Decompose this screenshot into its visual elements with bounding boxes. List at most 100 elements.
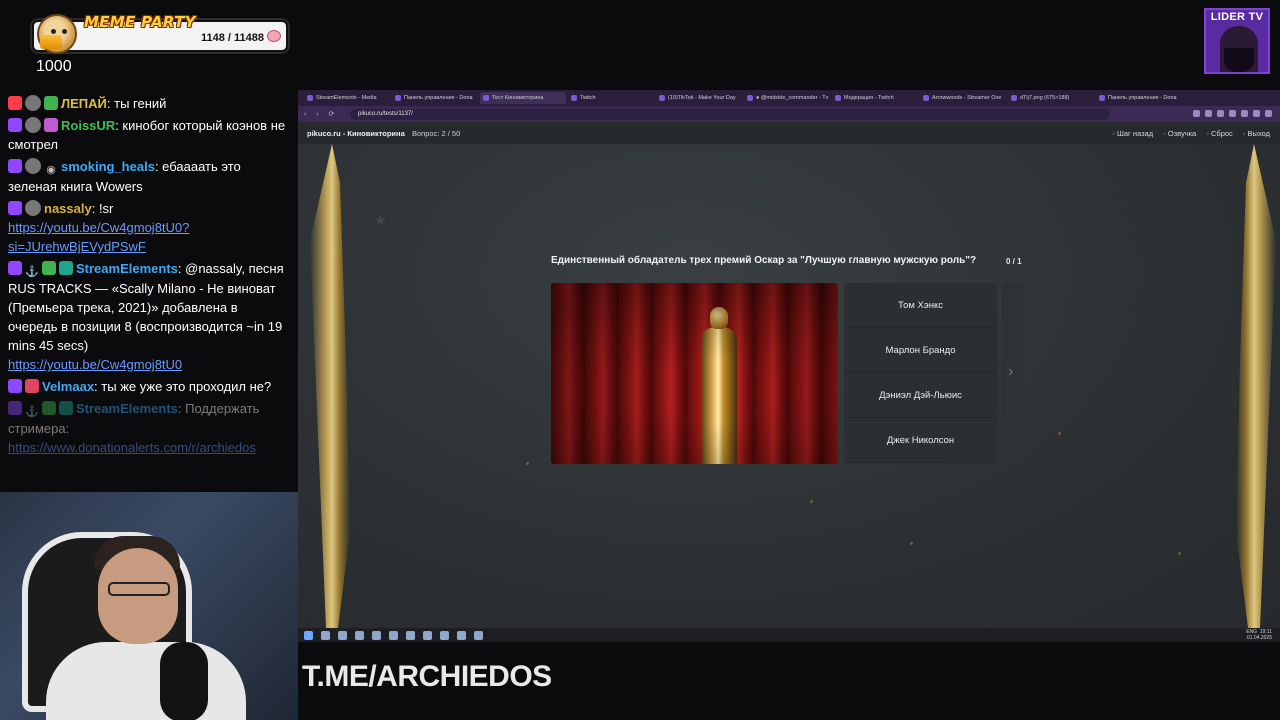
chat-link[interactable]: https://youtu.be/Cw4gmoj8tU0?si=JUrehwBj… — [8, 220, 189, 254]
app-icon[interactable] — [423, 630, 432, 640]
taskbar-clock[interactable]: ENG 19:11 01.04.2025 — [1246, 629, 1272, 641]
chat-separator: : — [91, 201, 99, 216]
extension-icon[interactable] — [1253, 110, 1260, 117]
chat-username[interactable]: StreamElements — [76, 261, 178, 276]
site-header: pikuco.ru - Киновикторина Вопрос: 2 / 50… — [298, 122, 1280, 144]
sparkle — [810, 500, 813, 503]
avatar-badge-icon — [25, 158, 41, 174]
meme-value: 1000 — [36, 58, 72, 75]
site-brand[interactable]: pikuco.ru - Киновикторина — [307, 129, 405, 138]
pig-icon — [267, 30, 281, 42]
chat-message: ⚓ StreamElements: @nassaly, песня RUS TRA… — [8, 259, 288, 374]
extension-icon[interactable] — [1193, 110, 1200, 117]
reset-button[interactable]: Сброс — [1206, 129, 1233, 138]
channel-logo: LIDER TV — [1204, 8, 1270, 74]
app-icon[interactable] — [355, 630, 364, 640]
telegram-overlay: T.ME/ARCHIEDOS — [302, 660, 552, 693]
star-icon: ★ — [374, 212, 387, 228]
browser-tab[interactable]: dTlj7.png (675×188) — [1008, 92, 1094, 104]
chat-text: ты же уже это проходил не? — [101, 379, 272, 394]
pink-badge-icon — [44, 118, 58, 132]
chat-username[interactable]: smoking_heals — [61, 159, 155, 174]
score-counter: 0 / 1 — [1006, 257, 1022, 266]
app-icon[interactable] — [474, 630, 483, 640]
quiz-page: pikuco.ru - Киновикторина Вопрос: 2 / 50… — [298, 122, 1280, 628]
app-icon[interactable] — [457, 630, 466, 640]
chat-username[interactable]: Velmaax — [42, 379, 94, 394]
microphone-icon — [160, 642, 208, 720]
extension-icon[interactable] — [1205, 110, 1212, 117]
chat-panel: ЛЕПАЙ: ты гений RoissUR: кинобог который … — [0, 90, 296, 492]
browser-tab[interactable]: Панель управления - Dona — [392, 92, 478, 104]
sparkle — [1058, 432, 1061, 435]
url-field[interactable]: pikuco.ru/tests/1137/ — [350, 108, 1110, 120]
chat-message: Velmaax: ты же уже это проходил не? — [8, 377, 288, 396]
chat-username[interactable]: StreamElements — [76, 401, 178, 416]
sparkle — [526, 462, 529, 465]
anchor-badge-icon: ⚓ — [25, 406, 39, 418]
green-badge-icon — [42, 261, 56, 275]
extension-icon[interactable] — [1229, 110, 1236, 117]
browser-tab[interactable]: Arrowwoods - Streamer Ove — [920, 92, 1006, 104]
extension-icon[interactable] — [1241, 110, 1248, 117]
answer-option[interactable]: Дэниэл Дэй-Льюис — [844, 373, 997, 418]
browser-address-bar: ‹ › ⟳ pikuco.ru/tests/1137/ — [298, 106, 1280, 122]
voice-button[interactable]: Озвучка — [1163, 129, 1196, 138]
extension-icon[interactable] — [1217, 110, 1224, 117]
extension-icon[interactable] — [1265, 110, 1272, 117]
chat-username[interactable]: ЛЕПАЙ — [61, 96, 107, 111]
twitch-badge-icon — [8, 401, 22, 415]
twitch-badge-icon — [8, 159, 22, 173]
browser-tab[interactable]: Панель управления - Dona — [1096, 92, 1182, 104]
answer-option[interactable]: Марлон Брандо — [844, 328, 997, 373]
search-icon[interactable] — [321, 630, 330, 640]
chat-message: ЛЕПАЙ: ты гений — [8, 94, 288, 113]
sparkle — [910, 542, 913, 545]
chat-message: ◉ smoking_heals: ебаааать это зеленая кни… — [8, 157, 288, 196]
live-badge-icon — [8, 96, 22, 110]
extension-icons — [1193, 110, 1272, 117]
windows-start-icon[interactable] — [304, 630, 313, 640]
chevron-right-icon[interactable]: › — [1008, 363, 1013, 381]
folder-icon[interactable] — [372, 630, 381, 640]
app-icon[interactable] — [338, 630, 347, 640]
browser-tab[interactable]: Модерация - Twitch — [832, 92, 918, 104]
gold-ribbon-right — [1236, 144, 1276, 628]
app-icon[interactable] — [406, 630, 415, 640]
question-progress: Вопрос: 2 / 50 — [412, 129, 461, 138]
eye-badge-icon: ◉ — [46, 164, 56, 176]
answer-option[interactable]: Джек Николсон — [844, 418, 997, 463]
browser-icon[interactable] — [389, 630, 398, 640]
meme-count: 1148 / 11488 — [200, 32, 264, 44]
browser-tab[interactable]: Twitch — [568, 92, 654, 104]
step-back-button[interactable]: Шаг назад — [1112, 129, 1153, 138]
green-badge-icon — [42, 401, 56, 415]
twitch-badge-icon — [8, 201, 22, 215]
screen-capture: StreamElements - Media Панель управления … — [298, 90, 1280, 642]
chat-link[interactable]: https://www.donationalerts.com/r/archied… — [8, 440, 256, 455]
channel-logo-text: LIDER TV — [1210, 11, 1264, 23]
chat-text: ты гений — [114, 96, 167, 111]
browser-tab[interactable]: StreamElements - Media — [304, 92, 390, 104]
teal-badge-icon — [59, 261, 73, 275]
browser-tab[interactable]: (19)TikTok - Make Your Day — [656, 92, 742, 104]
chat-username[interactable]: nassaly — [44, 201, 92, 216]
answer-option[interactable]: Том Хэнкс — [844, 283, 997, 328]
taskbar-date: 01.04.2025 — [1246, 635, 1272, 641]
exit-button[interactable]: Выход — [1243, 129, 1270, 138]
browser-tab[interactable]: ● @midside_commander - Tv — [744, 92, 830, 104]
avatar-badge-icon — [25, 200, 41, 216]
nav-buttons-icon[interactable]: ‹ › ⟳ — [298, 110, 350, 118]
answer-list: Том Хэнкс Марлон Брандо Дэниэл Дэй-Льюис… — [844, 283, 997, 464]
streamer-face — [98, 548, 178, 644]
app-icon[interactable] — [440, 630, 449, 640]
heart-badge-icon — [25, 379, 39, 393]
chat-message: RoissUR: кинобог который коэнов не смотр… — [8, 116, 288, 154]
site-actions: Шаг назад Озвучка Сброс Выход — [1112, 129, 1270, 138]
sparkle — [1178, 552, 1181, 555]
image-vignette — [551, 283, 838, 464]
avatar-badge-icon — [25, 95, 41, 111]
chat-username[interactable]: RoissUR — [61, 118, 115, 133]
chat-link[interactable]: https://youtu.be/Cw4gmoj8tU0 — [8, 357, 182, 372]
browser-tab[interactable]: Тест Киновикторина — [480, 92, 566, 104]
